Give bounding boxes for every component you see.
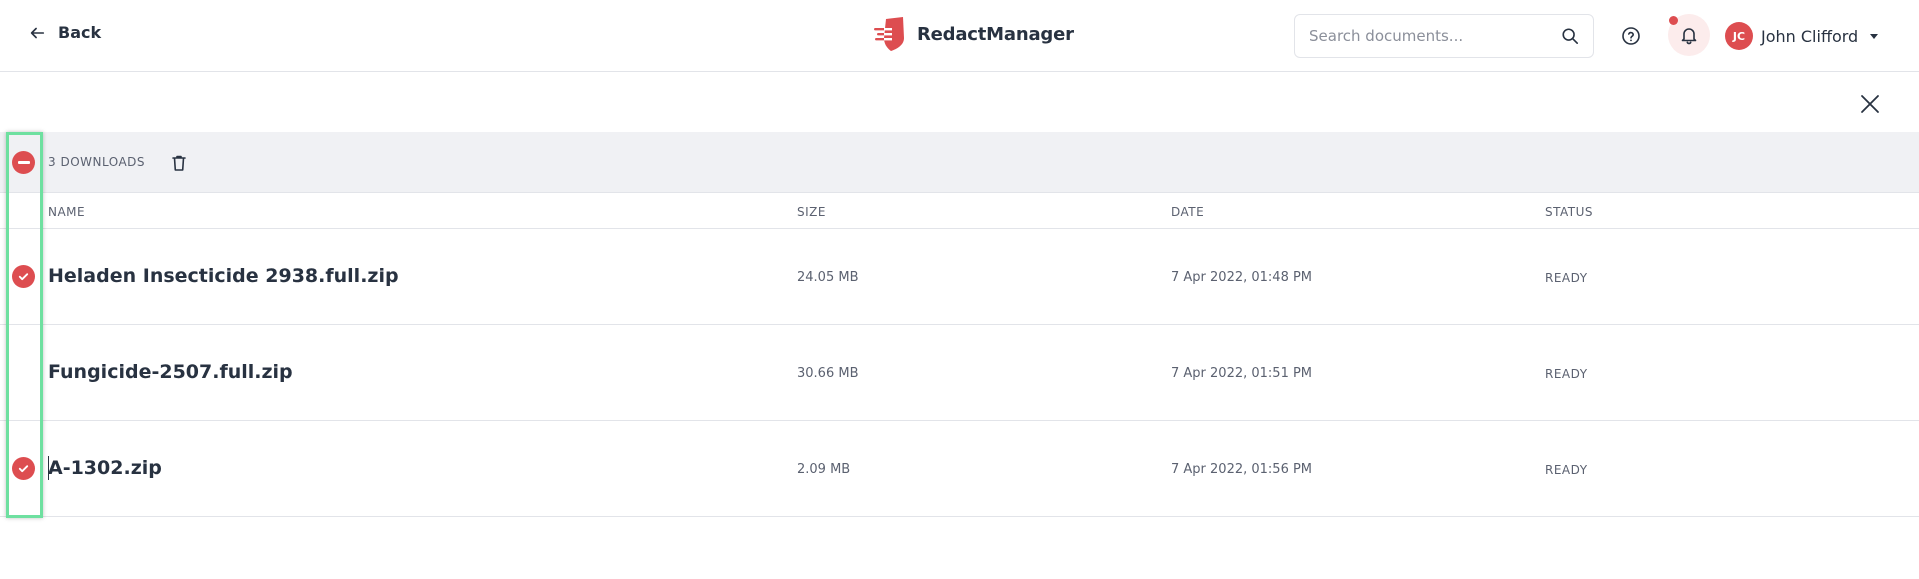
trash-icon <box>172 155 186 171</box>
minus-icon <box>17 161 30 164</box>
column-header-size[interactable]: SIZE <box>797 205 826 219</box>
file-size: 30.66 MB <box>797 366 859 381</box>
column-header-status[interactable]: STATUS <box>1545 205 1593 219</box>
arrow-left-icon <box>30 27 45 38</box>
file-name: Heladen Insecticide 2938.full.zip <box>48 265 399 287</box>
caret-down-icon <box>1870 33 1879 39</box>
file-date: 7 Apr 2022, 01:51 PM <box>1171 366 1313 381</box>
help-button[interactable] <box>1617 22 1645 50</box>
check-icon <box>18 465 29 473</box>
close-icon <box>1861 95 1879 113</box>
delete-button[interactable] <box>169 153 189 173</box>
brand-logo[interactable]: RedactManager <box>873 16 1074 52</box>
bulk-actions-bar: 3 DOWNLOADS <box>0 132 1919 193</box>
table-row[interactable]: A-1302.zip 2.09 MB 7 Apr 2022, 01:56 PM … <box>0 421 1919 517</box>
top-bar: Back RedactManager JC John Clifford <box>0 0 1919 72</box>
file-name: A-1302.zip <box>48 457 162 479</box>
check-icon <box>18 273 29 281</box>
file-date: 7 Apr 2022, 01:56 PM <box>1171 462 1313 477</box>
column-header-date[interactable]: DATE <box>1171 205 1204 219</box>
row-checkbox[interactable] <box>12 361 35 384</box>
row-checkbox[interactable] <box>12 457 35 480</box>
back-button[interactable]: Back <box>28 23 101 42</box>
avatar: JC <box>1725 22 1753 50</box>
file-size: 2.09 MB <box>797 462 851 477</box>
help-icon <box>1622 27 1640 45</box>
column-header-name[interactable]: NAME <box>48 205 85 219</box>
table-row[interactable]: Heladen Insecticide 2938.full.zip 24.05 … <box>0 229 1919 325</box>
brand-name: RedactManager <box>917 23 1074 45</box>
table-header: NAME SIZE DATE STATUS <box>0 193 1919 229</box>
search-input[interactable] <box>1309 27 1561 45</box>
shield-logo-icon <box>874 17 904 51</box>
back-label: Back <box>58 23 102 42</box>
user-name: John Clifford <box>1761 26 1859 46</box>
close-button[interactable] <box>1858 92 1882 116</box>
select-all-checkbox[interactable] <box>12 151 35 174</box>
notification-badge <box>1669 16 1678 25</box>
search-box[interactable] <box>1294 14 1594 58</box>
downloads-count: 3 DOWNLOADS <box>48 155 146 169</box>
file-status: READY <box>1545 367 1588 381</box>
table-row[interactable]: Fungicide-2507.full.zip 30.66 MB 7 Apr 2… <box>0 325 1919 421</box>
file-date: 7 Apr 2022, 01:48 PM <box>1171 270 1313 285</box>
search-icon[interactable] <box>1561 27 1579 45</box>
file-status: READY <box>1545 271 1588 285</box>
bell-icon <box>1681 28 1697 45</box>
file-size: 24.05 MB <box>797 270 859 285</box>
user-menu[interactable]: JC John Clifford <box>1725 22 1879 50</box>
file-name: Fungicide-2507.full.zip <box>48 361 293 383</box>
row-checkbox[interactable] <box>12 265 35 288</box>
file-status: READY <box>1545 463 1588 477</box>
